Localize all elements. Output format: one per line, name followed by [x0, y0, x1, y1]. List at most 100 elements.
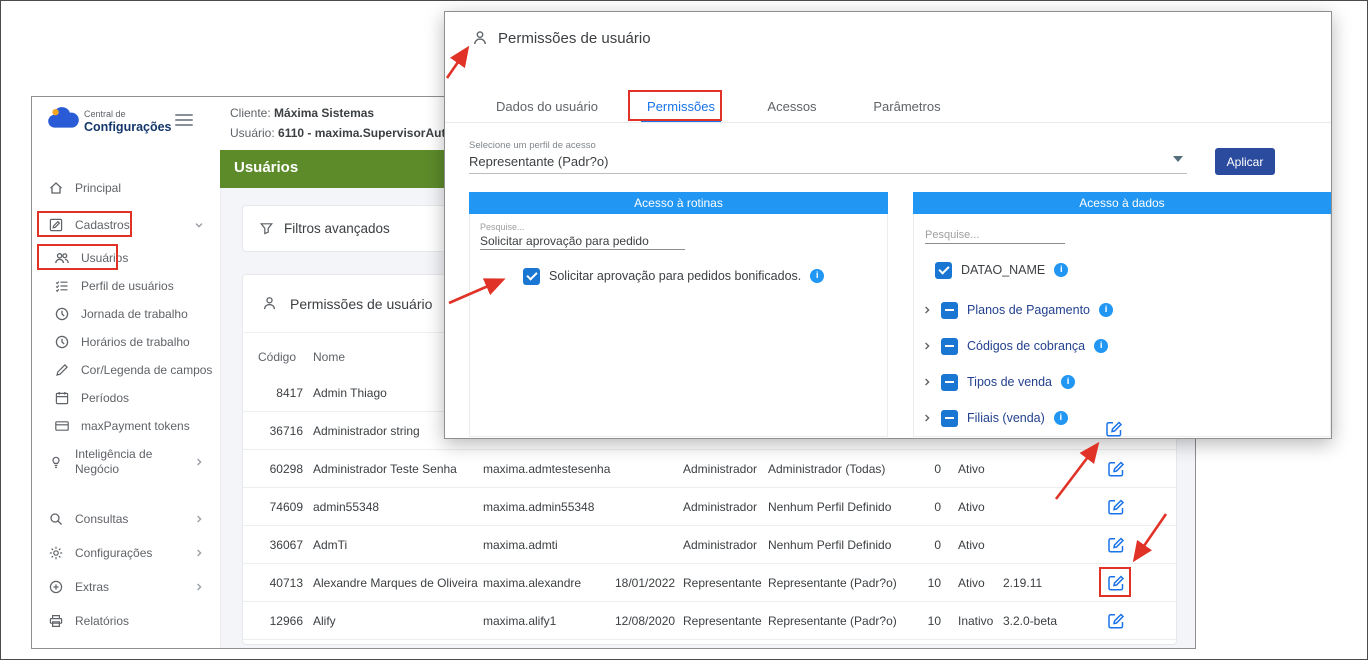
cell-perfil: Representante (Padr?o) — [768, 602, 897, 640]
table-row[interactable]: 36067 AdmTi maxima.admti Administrador N… — [243, 526, 1176, 564]
menu-toggle-icon[interactable] — [175, 114, 193, 128]
info-icon[interactable] — [1054, 411, 1068, 425]
user-info: Usuário: 6110 - maxima.SupervisorAutoriz — [230, 126, 467, 140]
tab-parametros[interactable]: Parâmetros — [847, 92, 967, 122]
sidebar-item-label: Configurações — [75, 546, 152, 560]
sidebar-item-label: Jornada de trabalho — [81, 307, 188, 321]
chevron-right-icon[interactable] — [922, 377, 932, 387]
routine-permission-item[interactable]: Solicitar aprovação para pedidos bonific… — [523, 266, 824, 286]
cell-quantidade: 0 — [913, 488, 941, 526]
card-icon — [54, 418, 70, 434]
edit-user-icon[interactable] — [1107, 612, 1125, 630]
table-row[interactable]: 74609 admin55348 maxima.admin55348 Admin… — [243, 488, 1176, 526]
info-icon[interactable] — [1054, 263, 1068, 277]
sidebar-item-inteligencia-de-negocio[interactable]: Inteligência de Negócio — [42, 442, 214, 482]
sidebar-item-usuarios[interactable]: Usuários — [42, 244, 214, 272]
checkbox-indeterminate[interactable] — [941, 338, 958, 355]
edit-user-icon[interactable] — [1107, 460, 1125, 478]
sidebar-item-periodos[interactable]: Períodos — [42, 384, 214, 412]
checkbox-indeterminate[interactable] — [941, 302, 958, 319]
tree-item-filiais-venda[interactable]: Filiais (venda) — [922, 408, 1068, 428]
edit-user-icon[interactable] — [1107, 536, 1125, 554]
edit-user-icon[interactable] — [1107, 574, 1125, 592]
chevron-right-icon[interactable] — [922, 413, 932, 423]
chevron-right-icon[interactable] — [922, 305, 932, 315]
sidebar-item-cadastros[interactable]: Cadastros — [42, 211, 214, 239]
cell-perfil: Administrador (Todas) — [768, 450, 885, 488]
sidebar-item-label: Inteligência de Negócio — [75, 447, 187, 477]
sidebar-item-label: Cor/Legenda de campos — [81, 363, 212, 377]
sidebar-item-principal[interactable]: Principal — [42, 174, 214, 202]
sidebar-item-jornada-de-trabalho[interactable]: Jornada de trabalho — [42, 300, 214, 328]
cell-perfil: Nenhum Perfil Definido — [768, 488, 891, 526]
sidebar-item-label: Cadastros — [75, 218, 130, 232]
edit-user-icon[interactable] — [1107, 498, 1125, 516]
info-icon[interactable] — [1061, 375, 1075, 389]
data-access-panel: Acesso à dados DATAO_NAME Planos de Paga… — [913, 192, 1331, 437]
info-icon[interactable] — [1099, 303, 1113, 317]
pencil-icon — [54, 362, 70, 378]
data-search-input[interactable] — [925, 226, 1065, 244]
cell-tipo: Representante — [683, 602, 762, 640]
cell-nome: Administrador Teste Senha — [313, 450, 457, 488]
sidebar-item-perfil-de-usuarios[interactable]: Perfil de usuários — [42, 272, 214, 300]
cell-versao: 2.19.11 — [1003, 564, 1042, 602]
data-root-item[interactable]: DATAO_NAME — [935, 260, 1068, 280]
cell-data: 12/08/2020 — [615, 602, 675, 640]
user-name: 6110 - maxima.SupervisorAutoriz — [278, 126, 467, 140]
cell-login: maxima.admin55348 — [483, 488, 594, 526]
edit-user-icon[interactable] — [1105, 420, 1123, 438]
access-profile-select[interactable]: Selecione um perfil de acesso Representa… — [469, 140, 1187, 174]
tree-item-planos-de-pagamento[interactable]: Planos de Pagamento — [922, 300, 1113, 320]
dropdown-caret-icon[interactable] — [1173, 156, 1183, 162]
routine-permission-label: Solicitar aprovação para pedidos bonific… — [549, 269, 801, 283]
page-title: Usuários — [234, 159, 298, 176]
tab-dados-do-usuario[interactable]: Dados do usuário — [469, 92, 625, 122]
sidebar-item-label: Usuários — [81, 251, 128, 265]
chevron-right-icon — [194, 582, 204, 592]
person-icon — [471, 29, 489, 47]
tree-item-tipos-de-venda[interactable]: Tipos de venda — [922, 372, 1075, 392]
user-permissions-modal: Permissões de usuário Dados do usuário P… — [444, 11, 1332, 439]
calendar-icon — [54, 390, 70, 406]
cell-quantidade: 0 — [913, 526, 941, 564]
sidebar-item-consultas[interactable]: Consultas — [42, 505, 214, 533]
checkbox-checked[interactable] — [935, 262, 952, 279]
logo-text-line2: Configurações — [84, 120, 172, 134]
cell-tipo: Administrador — [683, 526, 757, 564]
tab-acessos[interactable]: Acessos — [737, 92, 847, 122]
cell-codigo: 8417 — [258, 374, 303, 412]
tree-item-label: Filiais (venda) — [967, 411, 1045, 425]
tab-permissoes[interactable]: Permissões — [625, 92, 737, 122]
routines-search-input[interactable] — [480, 232, 685, 250]
apply-button[interactable]: Aplicar — [1215, 148, 1275, 175]
modal-tabs: Dados do usuário Permissões Acessos Parâ… — [469, 92, 967, 122]
checkbox-indeterminate[interactable] — [941, 410, 958, 427]
info-icon[interactable] — [810, 269, 824, 283]
sidebar-item-relatorios[interactable]: Relatórios — [42, 607, 214, 635]
cell-status: Ativo — [958, 526, 985, 564]
sidebar-item-cor-legenda-de-campos[interactable]: Cor/Legenda de campos — [42, 356, 214, 384]
tree-item-codigos-de-cobranca[interactable]: Códigos de cobrança — [922, 336, 1108, 356]
info-icon[interactable] — [1094, 339, 1108, 353]
cell-login: maxima.alify1 — [483, 602, 556, 640]
checkbox-checked[interactable] — [523, 268, 540, 285]
cell-nome: Administrador string — [313, 412, 420, 450]
table-row[interactable]: 60298 Administrador Teste Senha maxima.a… — [243, 450, 1176, 488]
chevron-right-icon[interactable] — [922, 341, 932, 351]
sidebar-item-maxpayment-tokens[interactable]: maxPayment tokens — [42, 412, 214, 440]
sidebar-item-configuracoes[interactable]: Configurações — [42, 539, 214, 567]
cell-tipo: Representante — [683, 564, 762, 602]
checkbox-indeterminate[interactable] — [941, 374, 958, 391]
sidebar-item-label: maxPayment tokens — [81, 419, 190, 433]
sidebar-item-horarios-de-trabalho[interactable]: Horários de trabalho — [42, 328, 214, 356]
cell-nome: Alify — [313, 602, 336, 640]
sidebar-item-extras[interactable]: Extras — [42, 573, 214, 601]
cell-status: Inativo — [958, 602, 993, 640]
cell-status: Ativo — [958, 450, 985, 488]
table-row[interactable]: 40713 Alexandre Marques de Oliveira maxi… — [243, 564, 1176, 602]
cell-quantidade: 0 — [913, 450, 941, 488]
chevron-down-icon — [194, 220, 204, 230]
table-row[interactable]: 12966 Alify maxima.alify1 12/08/2020 Rep… — [243, 602, 1176, 640]
routines-search-label: Pesquise... — [480, 222, 525, 232]
